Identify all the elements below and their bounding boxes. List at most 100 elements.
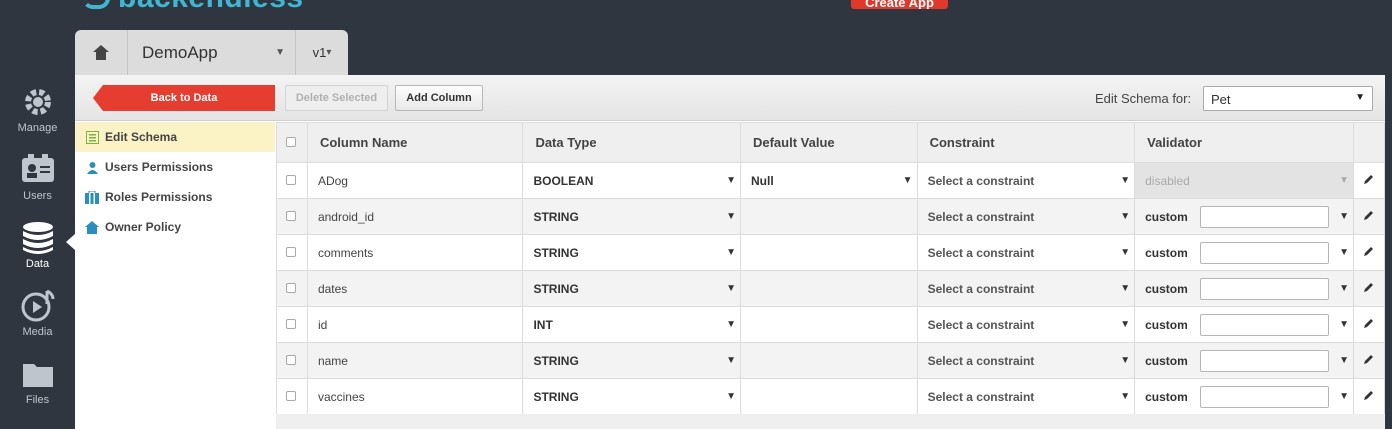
select-all-cell[interactable]	[276, 122, 308, 163]
create-app-button[interactable]: Create App	[851, 0, 948, 9]
constraint-select[interactable]: Select a constraint ▼	[916, 162, 1136, 199]
validator-select: disabled ▼	[1134, 162, 1355, 199]
select-all-checkbox[interactable]	[286, 137, 296, 147]
row-checkbox[interactable]	[286, 354, 296, 365]
data-type-select[interactable]: STRING ▼	[522, 234, 741, 271]
nav-manage[interactable]: Manage	[0, 84, 75, 152]
edit-button[interactable]	[1353, 270, 1385, 307]
subnav-edit-schema-label: Edit Schema	[105, 130, 178, 144]
database-icon	[22, 222, 53, 254]
data-type-select[interactable]: STRING ▼	[522, 378, 741, 415]
validator-input[interactable]	[1200, 385, 1330, 408]
brand-logo[interactable]: backendless	[82, 0, 304, 14]
validator-cell: custom ▼	[1134, 342, 1355, 379]
roles-icon	[85, 190, 99, 204]
default-value-cell[interactable]	[739, 198, 918, 235]
header-default-value: Default Value	[739, 122, 918, 163]
data-type-value: STRING	[533, 209, 579, 224]
row-checkbox[interactable]	[286, 174, 296, 185]
user-icon	[85, 160, 99, 174]
validator-value: disabled	[1145, 173, 1190, 188]
nav-media[interactable]: Media	[0, 288, 75, 356]
validator-input[interactable]	[1200, 349, 1330, 372]
add-column-button[interactable]: Add Column	[395, 85, 483, 111]
edit-button[interactable]	[1353, 162, 1385, 199]
main-nav: Manage Users Data Media Files	[0, 84, 75, 424]
pencil-icon	[1364, 211, 1373, 220]
schema-table-select[interactable]: Pet ▼	[1203, 86, 1373, 111]
table-footer	[276, 414, 1385, 429]
table-row: id INT ▼ Select a constraint ▼ custom ▼	[276, 306, 1385, 343]
default-value-cell[interactable]	[739, 306, 918, 343]
row-checkbox[interactable]	[286, 246, 296, 257]
header-validator: Validator	[1134, 122, 1355, 163]
subnav-owner-policy[interactable]: Owner Policy	[75, 212, 275, 242]
delete-selected-button[interactable]: Delete Selected	[285, 85, 388, 111]
column-name: comments	[306, 234, 524, 271]
chevron-down-icon: ▼	[726, 211, 736, 222]
constraint-select[interactable]: Select a constraint ▼	[916, 234, 1136, 271]
chevron-down-icon: ▼	[726, 391, 736, 402]
data-type-select[interactable]: INT ▼	[522, 306, 741, 343]
data-type-value: STRING	[533, 389, 579, 404]
constraint-select[interactable]: Select a constraint ▼	[916, 270, 1136, 307]
row-checkbox[interactable]	[286, 210, 296, 221]
default-value-cell[interactable]	[739, 378, 918, 415]
version-selector[interactable]: v1 ▾	[296, 30, 348, 75]
validator-cell: custom ▼	[1134, 198, 1355, 235]
chevron-down-icon[interactable]: ▼	[1339, 211, 1349, 222]
row-checkbox[interactable]	[286, 318, 296, 329]
validator-cell: custom ▼	[1134, 306, 1355, 343]
nav-data[interactable]: Data	[0, 220, 75, 288]
nav-users[interactable]: Users	[0, 152, 75, 220]
chevron-down-icon[interactable]: ▼	[1339, 319, 1349, 330]
subnav-users-permissions[interactable]: Users Permissions	[75, 152, 275, 182]
data-type-select[interactable]: BOOLEAN ▼	[522, 162, 741, 199]
validator-input[interactable]	[1200, 205, 1330, 228]
nav-files[interactable]: Files	[0, 356, 75, 424]
validator-input[interactable]	[1200, 313, 1330, 336]
edit-button[interactable]	[1353, 306, 1385, 343]
data-type-select[interactable]: STRING ▼	[522, 342, 741, 379]
default-value-cell[interactable]	[739, 234, 918, 271]
data-type-value: BOOLEAN	[533, 173, 594, 188]
home-button[interactable]	[75, 30, 128, 75]
version-label: v1	[312, 45, 327, 60]
logo-icon	[82, 0, 110, 9]
back-to-data-button[interactable]: Back to Data	[93, 85, 275, 111]
chevron-down-icon: ▼	[1120, 355, 1131, 366]
row-checkbox[interactable]	[286, 390, 296, 401]
data-type-select[interactable]: STRING ▼	[522, 270, 741, 307]
app-name: DemoApp	[142, 42, 218, 62]
chevron-down-icon: ▼	[726, 319, 736, 330]
default-value-select[interactable]: Null ▼	[739, 162, 918, 199]
edit-button[interactable]	[1353, 378, 1385, 415]
edit-button[interactable]	[1353, 234, 1385, 271]
data-type-select[interactable]: STRING ▼	[522, 198, 741, 235]
nav-media-label: Media	[22, 326, 53, 338]
default-value-cell[interactable]	[739, 270, 918, 307]
pencil-icon	[1364, 391, 1373, 400]
validator-input[interactable]	[1200, 241, 1330, 264]
chevron-down-icon[interactable]: ▼	[1339, 283, 1349, 294]
constraint-value: Select a constraint	[927, 353, 1035, 368]
column-name: vaccines	[306, 378, 524, 415]
chevron-down-icon: ▾	[326, 47, 332, 58]
app-selector[interactable]: DemoApp ▼	[128, 30, 296, 75]
subnav-edit-schema[interactable]: Edit Schema	[75, 122, 275, 152]
subnav-roles-permissions[interactable]: Roles Permissions	[75, 182, 275, 212]
constraint-select[interactable]: Select a constraint ▼	[916, 306, 1136, 343]
row-checkbox[interactable]	[286, 282, 296, 293]
default-value-cell[interactable]	[739, 342, 918, 379]
edit-button[interactable]	[1353, 342, 1385, 379]
constraint-select[interactable]: Select a constraint ▼	[916, 342, 1136, 379]
validator-input[interactable]	[1200, 277, 1330, 300]
gear-icon	[24, 89, 51, 115]
validator-cell: custom ▼	[1134, 378, 1355, 415]
constraint-select[interactable]: Select a constraint ▼	[916, 378, 1136, 415]
chevron-down-icon[interactable]: ▼	[1339, 355, 1349, 366]
constraint-select[interactable]: Select a constraint ▼	[916, 198, 1136, 235]
edit-button[interactable]	[1353, 198, 1385, 235]
chevron-down-icon[interactable]: ▼	[1339, 391, 1349, 402]
chevron-down-icon[interactable]: ▼	[1339, 247, 1349, 258]
